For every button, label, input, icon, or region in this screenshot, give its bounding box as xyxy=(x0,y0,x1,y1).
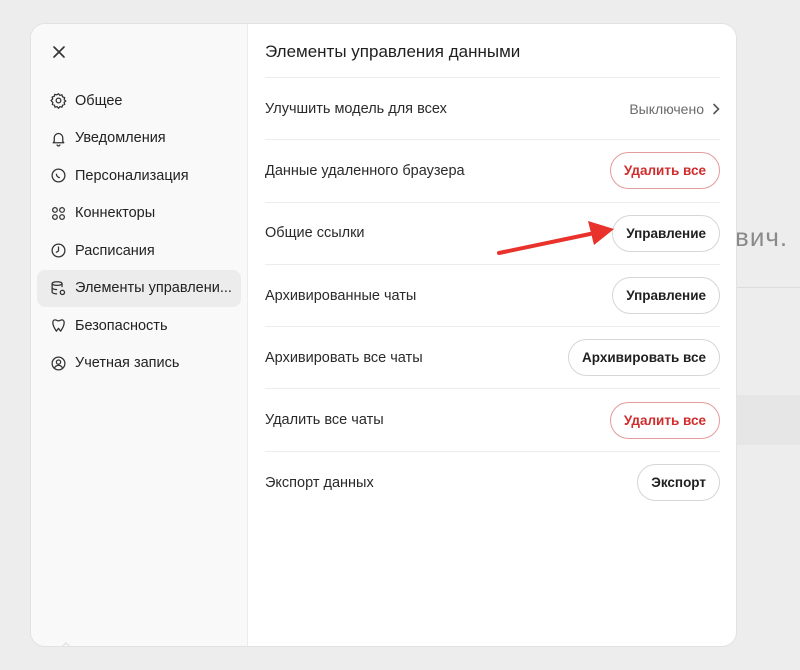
gear-icon xyxy=(49,92,67,110)
clock-icon xyxy=(49,242,67,260)
setting-label: Архивировать все чаты xyxy=(265,349,423,366)
sidebar-item-security[interactable]: Безопасность xyxy=(37,307,241,345)
database-gear-icon xyxy=(49,279,67,297)
sidebar-item-personalization[interactable]: Персонализация xyxy=(37,157,241,195)
manage-shared-links-button[interactable]: Управление xyxy=(612,214,720,252)
sidebar-item-label: Элементы управлени... xyxy=(75,280,232,297)
setting-row-improve-model: Улучшить модель для всех Выключено xyxy=(265,78,720,141)
personalization-icon xyxy=(49,167,67,185)
sidebar-item-notifications[interactable]: Уведомления xyxy=(37,120,241,158)
connectors-icon xyxy=(49,204,67,222)
setting-label: Удалить все чаты xyxy=(265,412,384,429)
setting-label: Улучшить модель для всех xyxy=(265,100,447,117)
sidebar-item-data-controls[interactable]: Элементы управлени... xyxy=(37,269,241,307)
setting-label: Архивированные чаты xyxy=(265,287,417,304)
sidebar-item-label: Общее xyxy=(75,92,123,109)
manage-archived-chats-button[interactable]: Управление xyxy=(612,277,720,315)
background-divider xyxy=(736,287,800,288)
setting-row-remote-browser-data: Данные удаленного браузера Удалить все xyxy=(265,140,720,203)
sidebar-item-label: Учетная запись xyxy=(75,355,180,372)
sidebar-item-label: Уведомления xyxy=(75,130,166,147)
setting-label: Данные удаленного браузера xyxy=(265,162,465,179)
sidebar-item-label: Персонализация xyxy=(75,167,189,184)
sidebar-item-general[interactable]: Общее xyxy=(37,82,241,120)
close-button[interactable] xyxy=(49,42,69,62)
setting-row-delete-all-chats: Удалить все чаты Удалить все xyxy=(265,389,720,452)
logo-icon xyxy=(61,642,71,646)
setting-label: Экспорт данных xyxy=(265,474,374,491)
chevron-right-icon xyxy=(713,103,720,114)
background-panel xyxy=(736,395,800,445)
bell-icon xyxy=(49,129,67,147)
close-icon xyxy=(53,46,65,58)
sidebar-item-connectors[interactable]: Коннекторы xyxy=(37,195,241,233)
improve-model-toggle[interactable]: Выключено xyxy=(629,101,720,117)
setting-label: Общие ссылки xyxy=(265,225,365,242)
sidebar-item-account[interactable]: Учетная запись xyxy=(37,345,241,383)
settings-modal: Общее Уведомления Персонализация Коннект… xyxy=(31,24,736,646)
sidebar-item-label: Коннекторы xyxy=(75,205,156,222)
annotation-arrow-icon xyxy=(497,221,614,255)
background-partial-text: вич. xyxy=(735,222,789,252)
settings-nav: Общее Уведомления Персонализация Коннект… xyxy=(37,82,241,382)
setting-row-archived-chats: Архивированные чаты Управление xyxy=(265,265,720,328)
sidebar-item-schedules[interactable]: Расписания xyxy=(37,232,241,270)
shield-icon xyxy=(49,317,67,335)
setting-row-export-data: Экспорт данных Экспорт xyxy=(265,452,720,514)
setting-value: Выключено xyxy=(629,100,704,117)
account-icon xyxy=(49,354,67,372)
setting-row-archive-all: Архивировать все чаты Архивировать все xyxy=(265,327,720,390)
export-data-button[interactable]: Экспорт xyxy=(637,464,720,502)
settings-content: Элементы управления данными Улучшить мод… xyxy=(248,24,736,646)
page-title: Элементы управления данными xyxy=(265,24,720,78)
delete-all-chats-button[interactable]: Удалить все xyxy=(609,401,720,439)
sidebar-item-label: Безопасность xyxy=(75,317,168,334)
sidebar-item-label: Расписания xyxy=(75,242,155,259)
delete-remote-browser-data-button[interactable]: Удалить все xyxy=(609,152,720,190)
archive-all-chats-button[interactable]: Архивировать все xyxy=(568,339,720,377)
settings-sidebar: Общее Уведомления Персонализация Коннект… xyxy=(31,24,248,646)
